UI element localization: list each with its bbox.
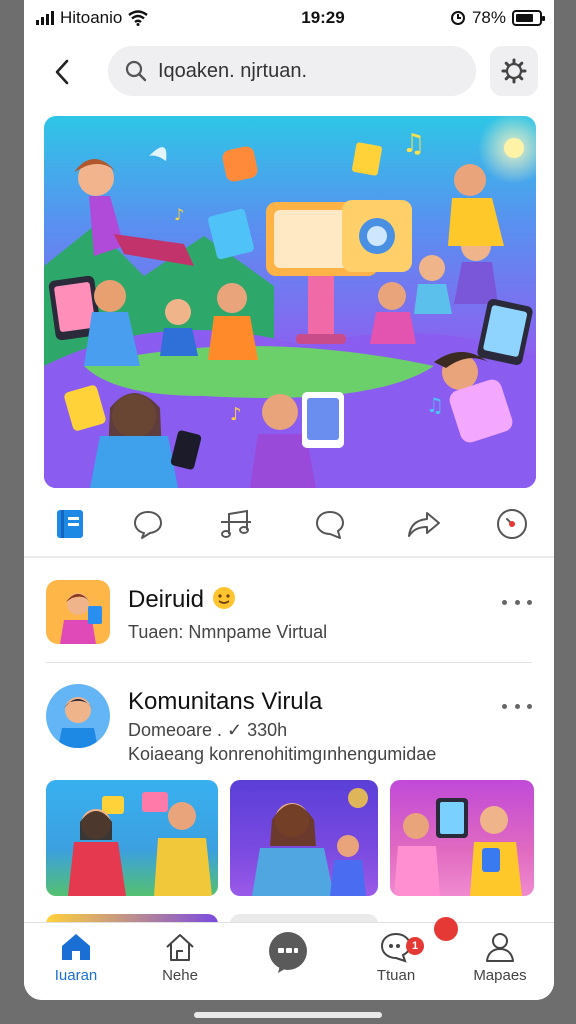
avatar — [46, 684, 110, 748]
clock-icon — [497, 509, 527, 539]
tab-label: Mapaes — [473, 967, 527, 984]
post-meta: Domeoare . ✓ 330h — [128, 720, 288, 740]
comment-button[interactable] — [310, 504, 350, 544]
chevron-left-icon — [55, 59, 69, 85]
svg-text:♫: ♫ — [426, 393, 444, 417]
search-box[interactable] — [108, 46, 476, 96]
svg-text:♪: ♪ — [174, 205, 184, 224]
book-icon — [57, 510, 83, 538]
profile-icon — [486, 933, 514, 962]
status-bar: Hitoanio 19:29 78% — [24, 0, 554, 36]
list-item[interactable]: Deiruid Tuaen: Nmnpame Virtual — [24, 578, 554, 658]
notification-dot — [434, 917, 458, 941]
bottom-tab-bar: Iuaran Nehe Ttuan 1 Mapaes — [24, 917, 554, 1000]
post-title: Komunitans Virula — [128, 688, 323, 715]
post-image[interactable] — [390, 780, 534, 896]
tab-label: Ttuan — [376, 967, 416, 984]
settings-button[interactable] — [490, 46, 538, 96]
post-subtitle: Tuaen: Nmnpame Virtual — [128, 622, 328, 642]
comment-icon — [316, 511, 344, 539]
divider — [46, 662, 532, 663]
list-item[interactable]: Komunitans Virula Domeoare . ✓ 330h Koia… — [24, 684, 554, 774]
carrier-name: Hitoanio — [60, 8, 123, 27]
home-icon — [62, 934, 90, 960]
tab-profile[interactable]: Mapaes — [458, 931, 542, 995]
tab-chat[interactable] — [246, 931, 330, 995]
avatar — [46, 580, 110, 644]
house-outline-icon — [166, 934, 194, 961]
top-bar — [24, 44, 554, 98]
app-screen: Hitoanio 19:29 78% Iqoaken. njrtuan. ♫ ♪… — [24, 0, 554, 1000]
status-right: 78% — [450, 8, 545, 28]
search-icon — [125, 60, 147, 82]
post-image[interactable] — [230, 780, 378, 896]
clock-button[interactable] — [492, 504, 532, 544]
tab-label: Iuaran — [54, 967, 98, 984]
notification-badge: 1 — [406, 937, 424, 955]
more-options-button[interactable] — [502, 592, 532, 612]
book-button[interactable] — [50, 504, 90, 544]
home-indicator[interactable] — [194, 1012, 382, 1018]
share-icon — [408, 512, 440, 537]
battery-icon — [512, 10, 545, 26]
hero-illustration: ♫ ♪ ♪ ♫ — [44, 116, 536, 488]
back-button[interactable] — [48, 52, 76, 92]
hero-banner-image[interactable]: ♫ ♪ ♪ ♫ — [44, 116, 536, 488]
chat-bubble-button[interactable] — [128, 504, 168, 544]
chat-icon — [269, 932, 307, 973]
status-time: 19:29 — [301, 8, 345, 27]
signal-icon — [36, 11, 54, 25]
post-image[interactable] — [46, 780, 218, 896]
tab-label: Nehe — [162, 967, 198, 984]
search-input[interactable] — [158, 59, 458, 83]
music-note-icon — [221, 509, 251, 538]
tab-nehe[interactable]: Nehe — [138, 931, 222, 995]
action-bar — [24, 500, 554, 548]
post-title: Deiruid — [128, 586, 205, 613]
chat-bubble-icon — [134, 511, 162, 539]
post-description: Koiaeang konrenohitimgınhengumidae — [128, 744, 437, 764]
emoji-icon — [213, 587, 235, 609]
battery-percent: 78% — [471, 8, 506, 27]
share-button[interactable] — [404, 504, 444, 544]
more-options-button[interactable] — [502, 696, 532, 716]
gear-icon — [501, 58, 527, 84]
divider — [24, 556, 554, 558]
svg-text:♪: ♪ — [230, 404, 242, 425]
music-button[interactable] — [216, 504, 256, 544]
wifi-icon — [128, 10, 149, 26]
svg-text:♫: ♫ — [402, 129, 425, 159]
tab-messages[interactable]: Ttuan 1 — [354, 931, 438, 995]
alarm-icon — [450, 11, 465, 25]
tab-home[interactable]: Iuaran — [34, 931, 118, 995]
